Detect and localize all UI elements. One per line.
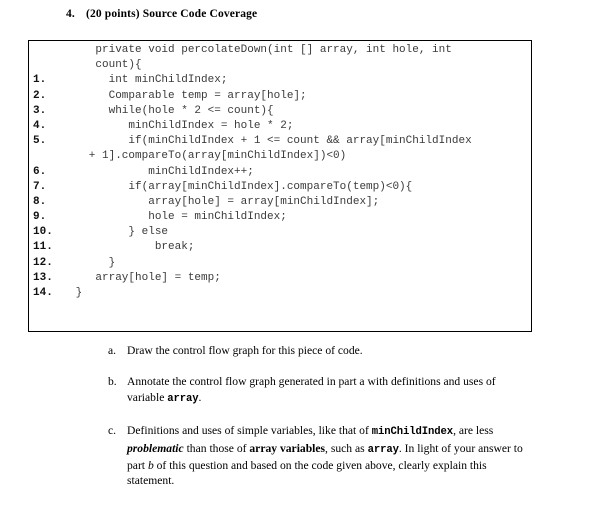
code-line-text: minChildIndex++; [69, 165, 254, 178]
page-title: 4. (20 points) Source Code Coverage [66, 8, 526, 20]
code-line-text: } [69, 287, 83, 299]
code-line: 12. } [29, 256, 531, 271]
question-title-text: Source Code Coverage [142, 8, 258, 20]
subquestion-a-marker: a. [108, 344, 117, 357]
code-block: private void percolateDown(int [] array,… [28, 40, 532, 332]
question-points: (20 points) [86, 8, 140, 20]
subquestion-b-part2: . [198, 390, 202, 404]
code-line-text: minChildIndex = hole * 2; [69, 119, 294, 132]
code-line: 2. Comparable temp = array[hole]; [29, 89, 531, 104]
code-line-number: 9. [33, 211, 47, 224]
code-line-text: int minChildIndex; [69, 74, 228, 87]
code-line-text: } else [69, 226, 169, 239]
subquestion-c-part6: of this question and based on the code g… [127, 459, 487, 488]
code-line-number: 1. [33, 74, 47, 87]
code-line: count){ [29, 58, 531, 73]
subquestion-c-marker: c. [108, 424, 117, 438]
code-line: 11. break; [29, 240, 531, 255]
code-line-text: Comparable temp = array[hole]; [69, 89, 307, 102]
code-line: 8. array[hole] = array[minChildIndex]; [29, 195, 531, 210]
code-line: 7. if(array[minChildIndex].compareTo(tem… [29, 180, 531, 195]
subquestion-c-part3: than those of [183, 441, 250, 455]
code-listing: private void percolateDown(int [] array,… [29, 43, 531, 301]
subquestion-a-text: Draw the control flow graph for this pie… [127, 344, 363, 357]
code-line-number: 4. [33, 119, 47, 132]
code-line-text: break; [69, 241, 195, 254]
code-line-text: if(array[minChildIndex].compareTo(temp)<… [69, 180, 413, 193]
code-line-number: 11. [33, 241, 53, 254]
code-line: 3. while(hole * 2 <= count){ [29, 104, 531, 119]
code-line-number: 12. [33, 256, 53, 269]
code-line: + 1].compareTo(array[minChildIndex])<0) [29, 149, 531, 164]
subquestion-b-text: Annotate the control flow graph generate… [127, 374, 532, 407]
code-line-text: private void percolateDown(int [] array,… [69, 44, 452, 56]
code-line: 14. } [29, 286, 531, 301]
code-line: 9. hole = minChildIndex; [29, 210, 531, 225]
code-line-text: } [69, 256, 116, 269]
code-line-text: array[hole] = temp; [69, 271, 221, 284]
code-line-text: + 1].compareTo(array[minChildIndex])<0) [69, 150, 347, 163]
subquestion-c-variable-minchildindex: minChildIndex [371, 426, 454, 439]
code-line-text: if(minChildIndex + 1 <= count && array[m… [69, 135, 472, 148]
subquestion-c-part2: , are less [453, 424, 494, 438]
subquestion-b: b. Annotate the control flow graph gener… [108, 374, 532, 407]
subquestion-c-part4: , such as [325, 441, 368, 455]
subquestion-c-text: Definitions and uses of simple variables… [127, 423, 532, 489]
code-line-text: count){ [69, 59, 142, 72]
subquestion-list: a. Draw the control flow graph for this … [108, 343, 532, 505]
code-line-number: 7. [33, 180, 47, 193]
code-line: 6. minChildIndex++; [29, 165, 531, 180]
code-line-number: 6. [33, 165, 47, 178]
code-line-number: 5. [33, 135, 47, 148]
code-line: 1. int minChildIndex; [29, 73, 531, 88]
subquestion-b-marker: b. [108, 375, 117, 389]
subquestion-c-part1: Definitions and uses of simple variables… [127, 424, 372, 438]
subquestion-c-bold-array-variables: array variables [249, 441, 326, 455]
code-line-number: 3. [33, 104, 47, 117]
subquestion-c: c. Definitions and uses of simple variab… [108, 423, 532, 489]
code-line-number: 13. [33, 271, 53, 284]
question-number: 4. [66, 8, 75, 20]
code-line-text: while(hole * 2 <= count){ [69, 104, 274, 117]
subquestion-c-emphasis: problematic [127, 441, 184, 455]
code-line: 5. if(minChildIndex + 1 <= count && arra… [29, 134, 531, 149]
code-line: 4. minChildIndex = hole * 2; [29, 119, 531, 134]
code-line: private void percolateDown(int [] array,… [29, 43, 531, 58]
code-line-number: 10. [33, 226, 53, 239]
code-line-text: array[hole] = array[minChildIndex]; [69, 195, 380, 208]
code-line-number: 8. [33, 195, 47, 208]
code-line-number: 14. [33, 287, 53, 299]
subquestion-b-variable: array [167, 392, 199, 405]
subquestion-a: a. Draw the control flow graph for this … [108, 343, 532, 358]
code-line: 10. } else [29, 225, 531, 240]
code-line-text: hole = minChildIndex; [69, 211, 287, 224]
code-line: 13. array[hole] = temp; [29, 271, 531, 286]
subquestion-c-variable-array: array [367, 443, 399, 456]
document-page: 4. (20 points) Source Code Coverage privat… [0, 0, 592, 529]
code-line-number: 2. [33, 89, 47, 102]
